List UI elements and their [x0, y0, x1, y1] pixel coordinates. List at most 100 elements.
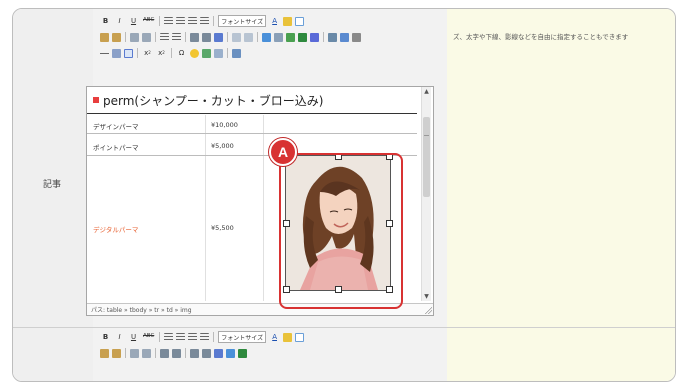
justify-icon[interactable] — [200, 332, 210, 342]
toolbar-row-2 — [100, 346, 247, 360]
undo-icon[interactable] — [232, 32, 241, 42]
toolbar-separator — [323, 32, 324, 42]
bold-icon[interactable]: B — [100, 332, 111, 342]
font-size-select[interactable]: フォントサイズ — [218, 15, 267, 27]
align-right-icon[interactable] — [188, 16, 198, 26]
scroll-up-icon[interactable]: ▲ — [422, 87, 431, 96]
find-icon[interactable] — [130, 32, 139, 42]
toolbar-separator — [171, 48, 172, 58]
bullet-list-icon[interactable] — [160, 32, 169, 42]
toolbar-row-2 — [100, 30, 361, 44]
paste-text-icon[interactable] — [112, 32, 121, 42]
media-icon[interactable] — [352, 32, 361, 42]
toolbar-separator — [213, 332, 215, 342]
find-icon[interactable] — [130, 348, 139, 358]
toolbar-separator — [125, 32, 126, 42]
preview-icon[interactable] — [232, 48, 241, 58]
align-center-icon[interactable] — [176, 16, 186, 26]
subscript-icon[interactable]: x2 — [142, 48, 153, 58]
cleanup-icon[interactable] — [328, 32, 337, 42]
text-color-icon[interactable]: A — [269, 16, 280, 26]
replace-icon[interactable] — [142, 348, 151, 358]
content-title[interactable]: perm(シャンプー・カット・ブロー込み) — [87, 87, 417, 114]
outdent-icon[interactable] — [190, 348, 199, 358]
paste-text-icon[interactable] — [112, 348, 121, 358]
unlink-icon[interactable] — [274, 32, 283, 42]
font-size-select[interactable]: フォントサイズ — [218, 331, 267, 343]
italic-icon[interactable]: I — [114, 332, 125, 342]
special-char-icon[interactable]: Ω — [176, 48, 187, 58]
blockquote-icon[interactable] — [214, 32, 223, 42]
outdent-icon[interactable] — [190, 32, 199, 42]
hint-text: ズ、太字や下線、影線などを自由に指定することもできます — [453, 33, 629, 41]
help-icon[interactable] — [340, 32, 349, 42]
menu-name: デジタルパーマ — [93, 226, 139, 234]
toolbar-separator — [213, 16, 215, 26]
scroll-thumb[interactable] — [423, 117, 430, 197]
emoticon-icon[interactable] — [190, 48, 199, 58]
page-break-icon[interactable] — [214, 48, 223, 58]
resize-grip-icon[interactable] — [424, 306, 432, 314]
image-icon[interactable] — [238, 348, 247, 358]
highlight-icon[interactable] — [283, 16, 293, 26]
fullscreen-icon[interactable] — [295, 16, 305, 26]
toolbar-separator — [227, 48, 228, 58]
paste-icon[interactable] — [100, 32, 109, 42]
image-icon[interactable] — [298, 32, 307, 42]
toolbar-row-1: B I U ABC フォントサイズ A — [100, 330, 305, 344]
table-row[interactable]: デザインパーマ ¥10,000 — [87, 115, 417, 134]
number-list-icon[interactable] — [172, 348, 181, 358]
content-title-text: perm(シャンプー・カット・ブロー込み) — [103, 93, 324, 108]
justify-icon[interactable] — [200, 16, 210, 26]
text-color-icon[interactable]: A — [269, 332, 280, 342]
editor-scrollbar[interactable]: ▲ ▼ — [421, 87, 431, 301]
code-icon[interactable] — [310, 32, 319, 42]
indent-icon[interactable] — [202, 32, 211, 42]
toolbar-row-1: B I U ABC フォントサイズ A — [100, 14, 305, 28]
menu-price: ¥5,000 — [211, 142, 234, 150]
table-icon[interactable] — [124, 48, 133, 58]
toolbar-separator — [227, 32, 228, 42]
scroll-down-icon[interactable]: ▼ — [422, 292, 431, 301]
menu-name: デザインパーマ — [93, 123, 139, 131]
paste-icon[interactable] — [100, 348, 109, 358]
redo-icon[interactable] — [244, 32, 253, 42]
replace-icon[interactable] — [142, 32, 151, 42]
align-left-icon[interactable] — [164, 16, 174, 26]
menu-price: ¥5,500 — [211, 224, 234, 232]
row-divider — [13, 327, 675, 328]
bold-icon[interactable]: B — [100, 16, 111, 26]
toolbar-separator — [159, 16, 161, 26]
toolbar-separator — [137, 48, 138, 58]
number-list-icon[interactable] — [172, 32, 181, 42]
superscript-icon[interactable]: x2 — [156, 48, 167, 58]
align-right-icon[interactable] — [188, 332, 198, 342]
underline-icon[interactable]: U — [128, 332, 139, 342]
highlight-icon[interactable] — [283, 332, 293, 342]
menu-price: ¥10,000 — [211, 121, 238, 129]
hint-column: ズ、太字や下線、影線などを自由に指定することもできます — [447, 9, 675, 381]
bullet-list-icon[interactable] — [160, 348, 169, 358]
editor-toolbar: B I U ABC フォントサイズ A x 2 x 2 Ω — [100, 14, 440, 86]
strikethrough-icon[interactable]: ABC — [142, 16, 155, 26]
toolbar-separator — [257, 32, 258, 42]
toolbar-separator — [155, 32, 156, 42]
anchor-icon[interactable] — [286, 32, 295, 42]
strikethrough-icon[interactable]: ABC — [142, 332, 155, 342]
align-center-icon[interactable] — [176, 332, 186, 342]
second-editor-toolbar: B I U ABC フォントサイズ A — [100, 330, 440, 370]
toolbar-separator — [155, 348, 156, 358]
link-icon[interactable] — [262, 32, 271, 42]
indent-icon[interactable] — [202, 348, 211, 358]
fullscreen-icon[interactable] — [295, 332, 305, 342]
align-left-icon[interactable] — [164, 332, 174, 342]
blockquote-icon[interactable] — [214, 348, 223, 358]
media-insert-icon[interactable] — [202, 48, 211, 58]
toolbar-separator — [125, 348, 126, 358]
remove-format-icon[interactable] — [112, 48, 121, 58]
italic-icon[interactable]: I — [114, 16, 125, 26]
hr-icon[interactable] — [100, 48, 109, 58]
link-icon[interactable] — [226, 348, 235, 358]
title-bullet — [93, 97, 99, 103]
underline-icon[interactable]: U — [128, 16, 139, 26]
